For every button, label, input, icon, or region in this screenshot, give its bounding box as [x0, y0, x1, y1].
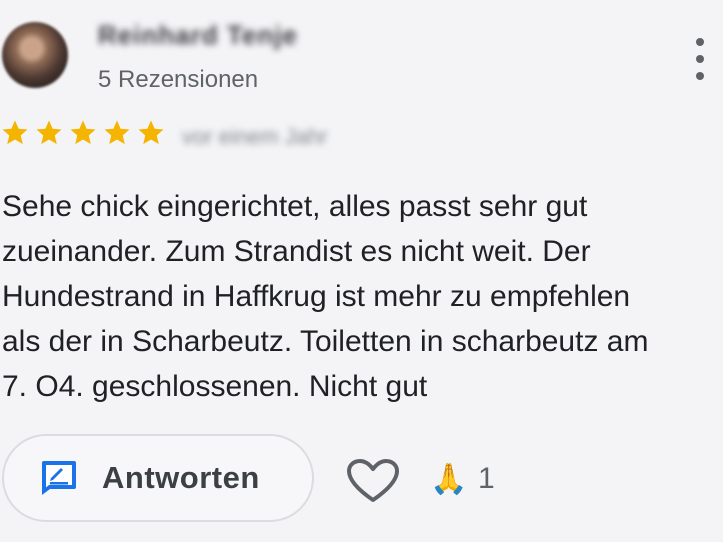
review-text: Sehe chick eingerichtet, alles passt seh…: [2, 190, 649, 403]
reaction-count: 1: [478, 462, 495, 495]
heart-icon[interactable]: [346, 458, 400, 504]
reviews-count[interactable]: 5 Rezensionen: [98, 66, 258, 94]
reply-label: Antworten: [102, 460, 260, 495]
reply-button[interactable]: Antworten: [2, 434, 314, 522]
review-date: vor einem Jahr: [182, 124, 328, 149]
star-icon: [104, 120, 130, 145]
more-vert-icon: [696, 38, 704, 46]
author-name[interactable]: Reinhard Tenje: [98, 20, 298, 51]
star-icon: [36, 120, 62, 145]
star-rating: [0, 118, 166, 148]
star-icon: [70, 120, 96, 145]
star-icon: [2, 120, 28, 145]
star-icon: [138, 120, 164, 145]
avatar[interactable]: [2, 22, 68, 88]
pray-reaction-icon[interactable]: 🙏: [430, 462, 467, 498]
reply-icon: [42, 461, 76, 495]
more-options-button[interactable]: [688, 38, 712, 80]
